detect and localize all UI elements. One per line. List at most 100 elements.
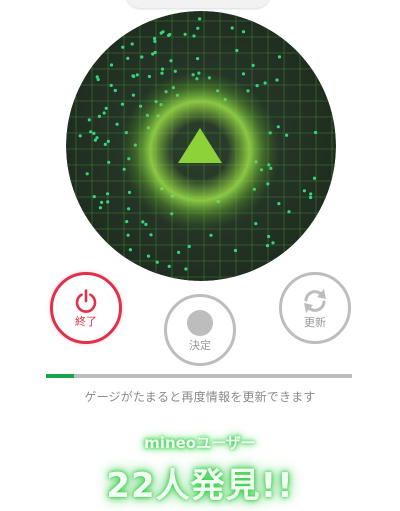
user-dot	[98, 206, 102, 210]
user-dot	[104, 106, 108, 110]
user-dot	[92, 131, 96, 135]
user-dot	[230, 26, 234, 30]
user-dot	[251, 63, 255, 67]
user-dot	[177, 250, 181, 254]
user-dot	[155, 260, 159, 264]
refresh-gauge-fill	[46, 374, 74, 378]
radar-display	[66, 11, 336, 281]
user-dot	[267, 234, 271, 239]
user-dot	[130, 42, 134, 46]
user-dot	[89, 130, 93, 134]
user-dot	[144, 222, 148, 226]
user-dot	[109, 63, 114, 67]
user-dot	[96, 77, 100, 82]
user-dot	[113, 88, 117, 93]
user-dot	[167, 264, 171, 268]
user-dot	[277, 202, 281, 206]
user-dot	[126, 233, 130, 237]
user-dot	[169, 59, 173, 63]
user-dot	[196, 26, 200, 30]
user-dot	[254, 222, 258, 226]
user-dot	[309, 192, 313, 196]
user-dot	[271, 241, 275, 245]
user-dot	[92, 195, 96, 199]
user-dot	[312, 176, 317, 180]
user-dot	[209, 233, 213, 237]
user-dot	[265, 244, 270, 248]
user-dot	[241, 72, 246, 76]
user-dot	[103, 142, 107, 146]
refresh-button[interactable]: 更新	[279, 272, 351, 344]
user-dot	[192, 34, 196, 38]
user-dot	[241, 30, 246, 34]
user-dot	[95, 136, 99, 140]
users-found-count: 22人発見!!	[106, 466, 294, 506]
record-dot-icon	[187, 310, 213, 336]
user-dot	[147, 74, 151, 79]
user-dot	[85, 172, 89, 176]
users-label: mineoユーザー	[144, 434, 256, 452]
refresh-gauge	[46, 374, 352, 378]
decide-button-label: 決定	[189, 339, 211, 352]
user-dot	[153, 39, 157, 43]
user-dot	[109, 83, 113, 87]
user-dot	[198, 17, 202, 21]
user-dot	[131, 93, 135, 97]
stop-button[interactable]: 終了	[50, 272, 122, 344]
user-dot	[173, 69, 177, 73]
user-dot	[187, 244, 191, 249]
user-dot	[140, 55, 144, 59]
user-dot	[183, 32, 187, 36]
user-dot	[287, 210, 291, 214]
user-dot	[184, 267, 188, 271]
user-dot	[102, 111, 106, 115]
user-dot	[100, 200, 104, 204]
user-dot	[97, 114, 101, 118]
user-dot	[277, 55, 282, 59]
user-dot	[159, 31, 163, 35]
user-dot	[106, 200, 110, 204]
user-dot	[127, 207, 131, 211]
user-dot	[160, 71, 164, 75]
top-tab	[126, 0, 270, 8]
user-dot	[132, 74, 136, 79]
user-dot	[125, 220, 129, 224]
user-dot	[127, 190, 132, 194]
user-dot	[235, 48, 239, 53]
user-dot	[146, 254, 151, 258]
radar-svg	[66, 11, 336, 281]
user-dot	[107, 160, 111, 164]
user-dot	[285, 133, 289, 137]
user-dot	[153, 36, 157, 41]
refresh-icon	[304, 289, 326, 313]
user-dot	[121, 45, 125, 49]
user-dot	[255, 84, 259, 88]
user-dot	[263, 81, 267, 85]
user-dot	[120, 102, 124, 106]
user-dot	[309, 195, 313, 200]
user-dot	[106, 192, 110, 196]
user-dot	[115, 122, 119, 126]
user-dot	[196, 57, 200, 61]
user-dot	[106, 139, 110, 143]
user-dot	[126, 56, 130, 61]
user-dot	[78, 134, 82, 138]
user-dot	[233, 248, 238, 253]
user-dot	[141, 220, 145, 224]
user-dot	[149, 233, 153, 237]
refresh-button-label: 更新	[304, 316, 326, 329]
user-dot	[128, 248, 132, 252]
user-dot	[160, 67, 165, 71]
user-dot	[276, 125, 280, 129]
user-dot	[302, 189, 306, 193]
stop-button-label: 終了	[75, 315, 97, 328]
user-dot	[167, 33, 171, 37]
user-dot	[135, 73, 139, 77]
user-dot	[275, 78, 279, 82]
decide-button[interactable]: 決定	[164, 294, 236, 366]
user-dot	[314, 130, 318, 135]
gauge-hint: ゲージがたまると再度情報を更新できます	[84, 390, 316, 404]
power-icon	[75, 289, 97, 313]
user-dot	[87, 118, 91, 122]
user-dot	[151, 52, 155, 56]
